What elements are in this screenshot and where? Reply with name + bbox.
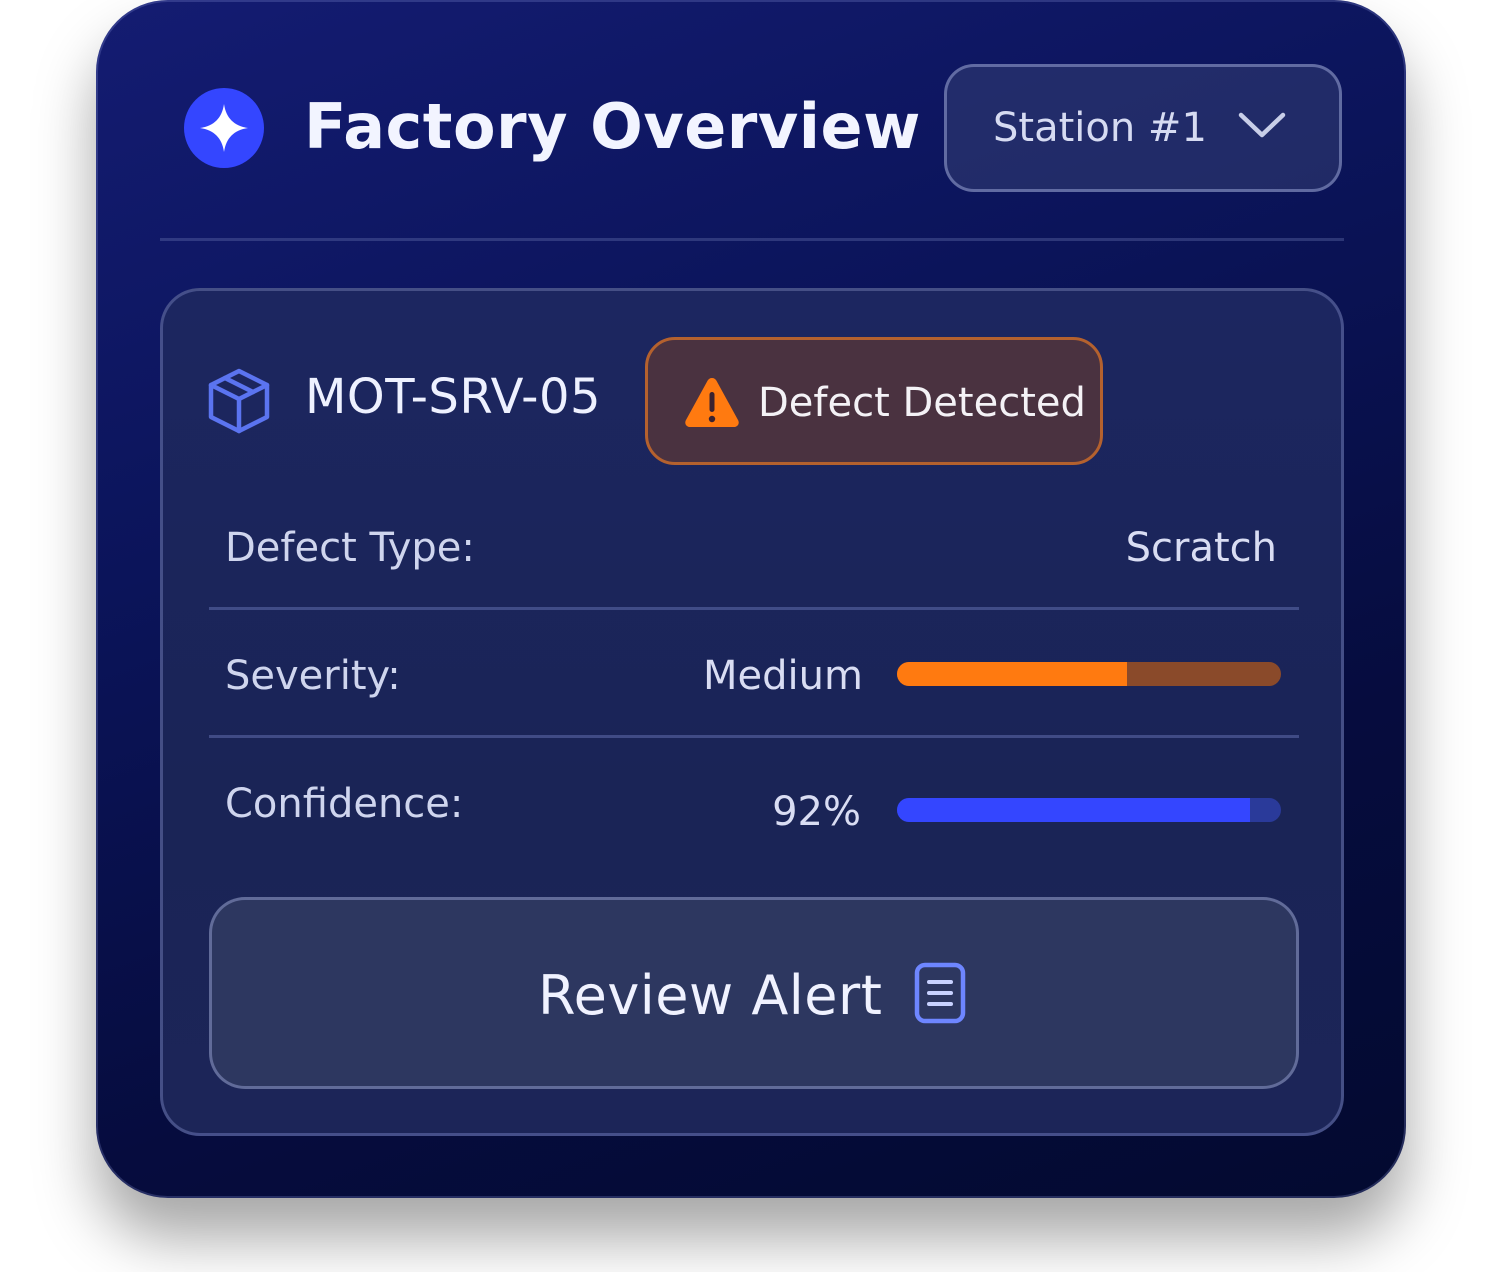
row-divider	[209, 607, 1299, 610]
status-badge: Defect Detected	[645, 337, 1103, 465]
defect-type-value: Scratch	[1125, 525, 1277, 571]
confidence-label: Confidence:	[225, 781, 464, 827]
factory-overview-card: Factory Overview Station #1 MOT-SRV-05 D…	[96, 0, 1406, 1198]
page-title: Factory Overview	[304, 90, 921, 163]
defect-type-label: Defect Type:	[225, 525, 475, 571]
confidence-bar	[897, 798, 1281, 822]
review-alert-button[interactable]: Review Alert	[209, 897, 1299, 1089]
severity-bar	[897, 662, 1281, 686]
confidence-value: 92%	[772, 789, 861, 835]
defect-detail-panel: MOT-SRV-05 Defect Detected Defect Type: …	[160, 288, 1344, 1136]
cube-icon	[207, 367, 271, 439]
station-select-dropdown[interactable]: Station #1	[944, 64, 1342, 192]
row-divider	[209, 735, 1299, 738]
confidence-bar-fill	[897, 798, 1251, 822]
severity-label: Severity:	[225, 653, 401, 699]
severity-bar-fill	[897, 662, 1128, 686]
station-select-value: Station #1	[993, 105, 1207, 151]
warning-icon	[682, 374, 742, 434]
sparkle-icon	[184, 88, 264, 168]
chevron-down-icon	[1237, 109, 1287, 143]
review-alert-label: Review Alert	[538, 964, 883, 1027]
document-icon	[914, 962, 966, 1028]
status-badge-label: Defect Detected	[758, 380, 1086, 426]
part-id: MOT-SRV-05	[305, 369, 602, 425]
header-divider	[160, 238, 1344, 241]
severity-value: Medium	[703, 653, 863, 699]
